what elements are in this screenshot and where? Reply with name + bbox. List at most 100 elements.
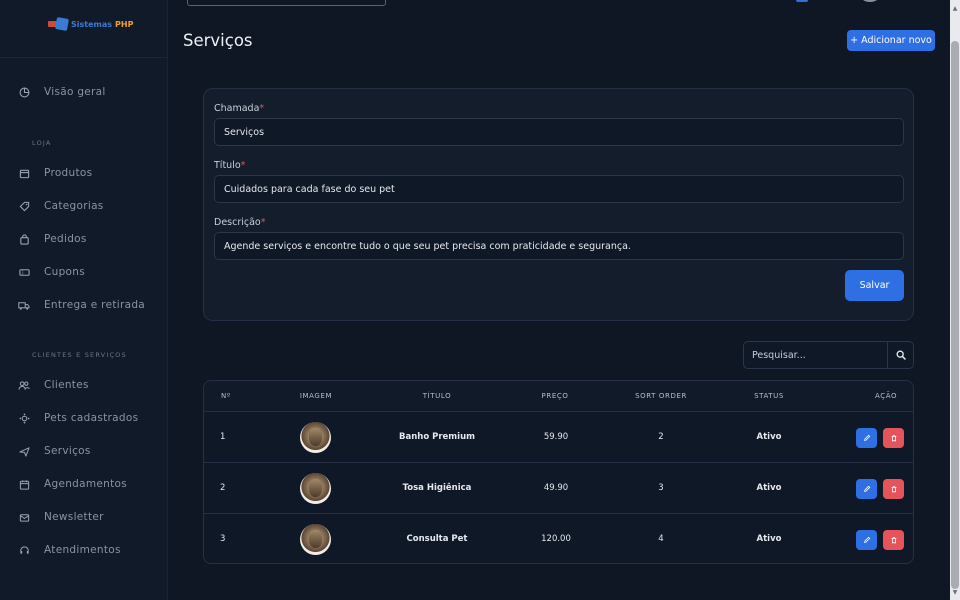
edit-button[interactable] — [856, 428, 877, 448]
cell-status: Ativo — [756, 432, 782, 442]
sidebar-item-label: Atendimentos — [44, 544, 121, 556]
titulo-input[interactable]: Cuidados para cada fase do seu pet — [214, 175, 904, 203]
sidebar-item-pets[interactable]: Pets cadastrados — [18, 412, 138, 424]
descricao-input[interactable]: Agende serviços e encontre tudo o que se… — [214, 232, 904, 260]
cell-num: 2 — [220, 483, 226, 493]
chamada-label: Chamada* — [214, 103, 265, 114]
sidebar-item-clientes[interactable]: Clientes — [18, 379, 89, 391]
search-input[interactable]: Pesquisar... — [743, 341, 888, 369]
col-sort-order: SORT ORDER — [635, 392, 687, 400]
trash-icon — [891, 486, 896, 493]
brand-logo[interactable]: Sistemas PHP — [48, 17, 134, 31]
descricao-label: Descrição* — [214, 217, 266, 228]
table-header: Nº IMAGEM TÍTULO PREÇO SORT ORDER STATUS… — [204, 381, 913, 412]
box-icon — [18, 167, 30, 179]
titulo-label: Título* — [214, 160, 246, 171]
cell-sort: 2 — [658, 432, 664, 442]
table-row: 1 Banho Premium 59.90 2 Ativo — [204, 412, 913, 463]
cell-preco: 59.90 — [543, 432, 569, 442]
service-image — [300, 473, 331, 504]
col-num: Nº — [221, 392, 231, 400]
delete-button[interactable] — [883, 530, 904, 550]
pencil-icon — [863, 536, 870, 543]
scroll-down-arrow-icon[interactable]: ▼ — [951, 590, 959, 596]
sidebar-item-categorias[interactable]: Categorias — [18, 200, 104, 212]
ticket-icon — [18, 266, 30, 278]
avatar[interactable] — [860, 0, 880, 2]
paw-icon — [18, 412, 30, 424]
sidebar-item-visao-geral[interactable]: Visão geral — [18, 86, 106, 98]
save-button[interactable]: Salvar — [845, 270, 904, 301]
mail-icon — [18, 511, 30, 523]
logo-mark-icon — [48, 17, 69, 31]
col-acao: AÇÃO — [875, 392, 898, 400]
plane-icon — [18, 445, 30, 457]
pencil-icon — [863, 434, 870, 441]
cell-titulo: Consulta Pet — [406, 534, 468, 544]
cell-num: 1 — [220, 432, 226, 442]
chart-pie-icon — [18, 86, 30, 98]
sidebar-item-pedidos[interactable]: Pedidos — [18, 233, 87, 245]
services-table: Nº IMAGEM TÍTULO PREÇO SORT ORDER STATUS… — [203, 380, 914, 564]
sidebar-item-agendamentos[interactable]: Agendamentos — [18, 478, 127, 490]
pencil-icon — [863, 485, 870, 492]
cell-preco: 120.00 — [541, 534, 571, 544]
edit-button[interactable] — [856, 479, 877, 499]
add-new-button[interactable]: + Adicionar novo — [847, 30, 935, 51]
sidebar-item-servicos[interactable]: Serviços — [18, 445, 91, 457]
col-status: STATUS — [754, 392, 784, 400]
service-form-card: Chamada* Serviços Título* Cuidados para … — [203, 88, 914, 321]
page-scrollbar-thumb[interactable] — [951, 41, 959, 589]
search-icon — [896, 350, 906, 360]
trash-icon — [891, 435, 896, 442]
cell-num: 3 — [220, 534, 226, 544]
shopping-bag-icon — [18, 233, 30, 245]
sidebar-item-produtos[interactable]: Produtos — [18, 167, 92, 179]
users-icon — [18, 379, 30, 391]
sidebar-item-label: Newsletter — [44, 511, 104, 523]
sidebar-item-label: Clientes — [44, 379, 89, 391]
sidebar-item-label: Produtos — [44, 167, 93, 179]
sidebar-item-label: Categorias — [44, 200, 104, 212]
sidebar-divider — [0, 57, 168, 58]
sidebar-item-atendimentos[interactable]: Atendimentos — [18, 544, 121, 556]
search-button[interactable] — [887, 341, 914, 369]
col-titulo: TÍTULO — [422, 392, 452, 400]
cell-titulo: Banho Premium — [399, 432, 475, 442]
headset-icon — [18, 544, 30, 556]
cell-sort: 3 — [658, 483, 664, 493]
notification-icon[interactable] — [796, 0, 808, 2]
table-row: 3 Consulta Pet 120.00 4 Ativo — [204, 514, 913, 563]
sidebar-item-label: Agendamentos — [44, 478, 128, 490]
logo-text-part2: PHP — [115, 19, 134, 29]
scroll-up-arrow-icon[interactable]: ▲ — [951, 6, 959, 12]
cell-sort: 4 — [658, 534, 664, 544]
page-title: Serviços — [183, 31, 253, 50]
sidebar-item-entrega[interactable]: Entrega e retirada — [18, 299, 145, 311]
chamada-input[interactable]: Serviços — [214, 118, 904, 146]
sidebar: Sistemas PHP Visão geral LOJA Produtos C… — [0, 0, 168, 600]
top-search-input[interactable] — [187, 0, 386, 6]
calendar-icon — [18, 478, 30, 490]
logo-text-part1: Sistemas — [71, 19, 113, 29]
service-image — [300, 422, 331, 453]
delete-button[interactable] — [883, 428, 904, 448]
cell-status: Ativo — [756, 483, 782, 493]
cell-preco: 49.90 — [543, 483, 569, 493]
sidebar-item-newsletter[interactable]: Newsletter — [18, 511, 104, 523]
sidebar-item-label: Visão geral — [44, 86, 106, 98]
sidebar-section-loja: LOJA — [32, 139, 52, 147]
col-preco: PREÇO — [541, 392, 569, 400]
sidebar-section-clientes: CLIENTES E SERVIÇOS — [32, 351, 127, 359]
service-image — [300, 524, 331, 555]
cell-titulo: Tosa Higiênica — [402, 483, 472, 493]
sidebar-item-label: Pets cadastrados — [44, 412, 139, 424]
trash-icon — [891, 537, 896, 544]
sidebar-item-cupons[interactable]: Cupons — [18, 266, 85, 278]
truck-icon — [18, 299, 30, 311]
sidebar-item-label: Entrega e retirada — [44, 299, 146, 311]
edit-button[interactable] — [856, 530, 877, 550]
col-imagem: IMAGEM — [299, 392, 333, 400]
delete-button[interactable] — [883, 479, 904, 499]
sidebar-item-label: Pedidos — [44, 233, 87, 245]
